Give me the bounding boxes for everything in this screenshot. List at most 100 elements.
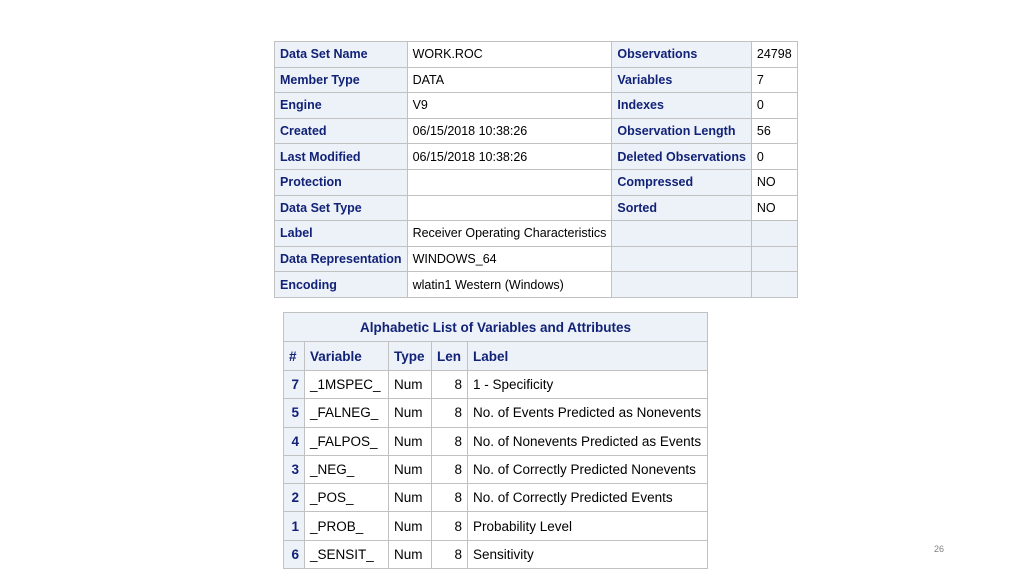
attr-value-2 (750, 220, 798, 247)
row-number: 3 (283, 454, 305, 485)
attr-label: Data Set Name (274, 41, 408, 68)
variable-type: Num (388, 511, 432, 541)
attr-row: Last Modified 06/15/2018 10:38:26 Delete… (274, 143, 798, 170)
table-row: 3 _NEG_ Num 8 No. of Correctly Predicted… (283, 454, 708, 485)
attr-row: Engine V9 Indexes 0 (274, 92, 798, 119)
row-number: 5 (283, 398, 305, 428)
attr-label-2: Variables (611, 66, 752, 94)
attr-label: Engine (274, 92, 408, 119)
attr-value-2 (750, 271, 798, 298)
attr-label: Data Representation (274, 245, 408, 273)
row-number: 7 (283, 369, 305, 400)
variable-label: No. of Correctly Predicted Nonevents (467, 454, 708, 485)
variable-label: No. of Events Predicted as Nonevents (467, 398, 708, 428)
attr-value-2 (750, 245, 798, 273)
attr-row: Member Type DATA Variables 7 (274, 66, 798, 94)
attr-label-2: Observation Length (611, 117, 752, 145)
variable-length: 8 (431, 454, 468, 485)
attr-value: 06/15/2018 10:38:26 (406, 143, 613, 170)
column-header-variable: Variable (304, 341, 389, 371)
attr-label-2: Sorted (611, 194, 752, 222)
attr-row: Encoding wlatin1 Western (Windows) (274, 271, 798, 298)
attr-label: Member Type (274, 66, 408, 94)
attr-value-2: NO (750, 194, 798, 222)
attr-label: Encoding (274, 271, 408, 298)
variable-name: _POS_ (304, 483, 389, 513)
column-header-label: Label (467, 341, 708, 371)
attr-value: V9 (406, 92, 613, 119)
attr-row: Label Receiver Operating Characteristics (274, 220, 798, 247)
variable-length: 8 (431, 511, 468, 541)
attr-row: Created 06/15/2018 10:38:26 Observation … (274, 117, 798, 145)
variables-table: Alphabetic List of Variables and Attribu… (283, 312, 708, 570)
attr-row: Data Representation WINDOWS_64 (274, 245, 798, 273)
attr-value-2: 0 (750, 92, 798, 119)
variable-name: _PROB_ (304, 511, 389, 541)
attr-value-2: 0 (750, 143, 798, 170)
attr-row: Protection Compressed NO (274, 168, 798, 196)
column-header-row: # Variable Type Len Label (283, 341, 708, 371)
table-row: 1 _PROB_ Num 8 Probability Level (283, 511, 708, 541)
attr-label-2 (611, 220, 752, 247)
table-row: 5 _FALNEG_ Num 8 No. of Events Predicted… (283, 398, 708, 428)
variable-type: Num (388, 539, 432, 570)
attr-label: Created (274, 117, 408, 145)
variable-length: 8 (431, 369, 468, 400)
attr-row: Data Set Type Sorted NO (274, 194, 798, 222)
variable-label: Probability Level (467, 511, 708, 541)
attr-label-2: Compressed (611, 168, 752, 196)
attr-value: wlatin1 Western (Windows) (406, 271, 613, 298)
row-number: 6 (283, 539, 305, 570)
attr-value: 06/15/2018 10:38:26 (406, 117, 613, 145)
attr-label: Protection (274, 168, 408, 196)
variable-label: No. of Nonevents Predicted as Events (467, 426, 708, 456)
slide-number: 26 (934, 544, 945, 554)
attr-label: Last Modified (274, 143, 408, 170)
table-row: 6 _SENSIT_ Num 8 Sensitivity (283, 539, 708, 570)
attr-label-2: Indexes (611, 92, 752, 119)
variable-label: Sensitivity (467, 539, 708, 570)
variable-type: Num (388, 454, 432, 485)
attr-value-2: NO (750, 168, 798, 196)
row-number: 2 (283, 483, 305, 513)
attr-value (406, 168, 613, 196)
attr-value: WINDOWS_64 (406, 245, 613, 273)
table-title: Alphabetic List of Variables and Attribu… (283, 312, 708, 342)
column-header-num: # (283, 341, 305, 371)
attr-value-2: 7 (750, 66, 798, 94)
column-header-type: Type (388, 341, 432, 371)
table-row: 4 _FALPOS_ Num 8 No. of Nonevents Predic… (283, 426, 708, 456)
variable-type: Num (388, 426, 432, 456)
attr-label: Label (274, 220, 408, 247)
table-row: 2 _POS_ Num 8 No. of Correctly Predicted… (283, 483, 708, 513)
attr-label-2 (611, 271, 752, 298)
attr-row: Data Set Name WORK.ROC Observations 2479… (274, 41, 798, 68)
column-header-len: Len (431, 341, 468, 371)
attr-value: DATA (406, 66, 613, 94)
variable-type: Num (388, 398, 432, 428)
attr-value-2: 56 (750, 117, 798, 145)
variable-name: _FALNEG_ (304, 398, 389, 428)
row-number: 1 (283, 511, 305, 541)
variable-length: 8 (431, 539, 468, 570)
variable-type: Num (388, 483, 432, 513)
row-number: 4 (283, 426, 305, 456)
variable-name: _NEG_ (304, 454, 389, 485)
attr-value: WORK.ROC (406, 41, 613, 68)
dataset-attributes-table: Data Set Name WORK.ROC Observations 2479… (274, 41, 798, 298)
variable-label: 1 - Specificity (467, 369, 708, 400)
variable-length: 8 (431, 398, 468, 428)
attr-label: Data Set Type (274, 194, 408, 222)
variable-length: 8 (431, 483, 468, 513)
attr-label-2: Deleted Observations (611, 143, 752, 170)
attr-label-2: Observations (611, 41, 752, 68)
variable-name: _FALPOS_ (304, 426, 389, 456)
variable-label: No. of Correctly Predicted Events (467, 483, 708, 513)
attr-value: Receiver Operating Characteristics (406, 220, 613, 247)
attr-label-2 (611, 245, 752, 273)
variable-length: 8 (431, 426, 468, 456)
attr-value (406, 194, 613, 222)
variable-name: _SENSIT_ (304, 539, 389, 570)
table-row: 7 _1MSPEC_ Num 8 1 - Specificity (283, 369, 708, 400)
variable-name: _1MSPEC_ (304, 369, 389, 400)
